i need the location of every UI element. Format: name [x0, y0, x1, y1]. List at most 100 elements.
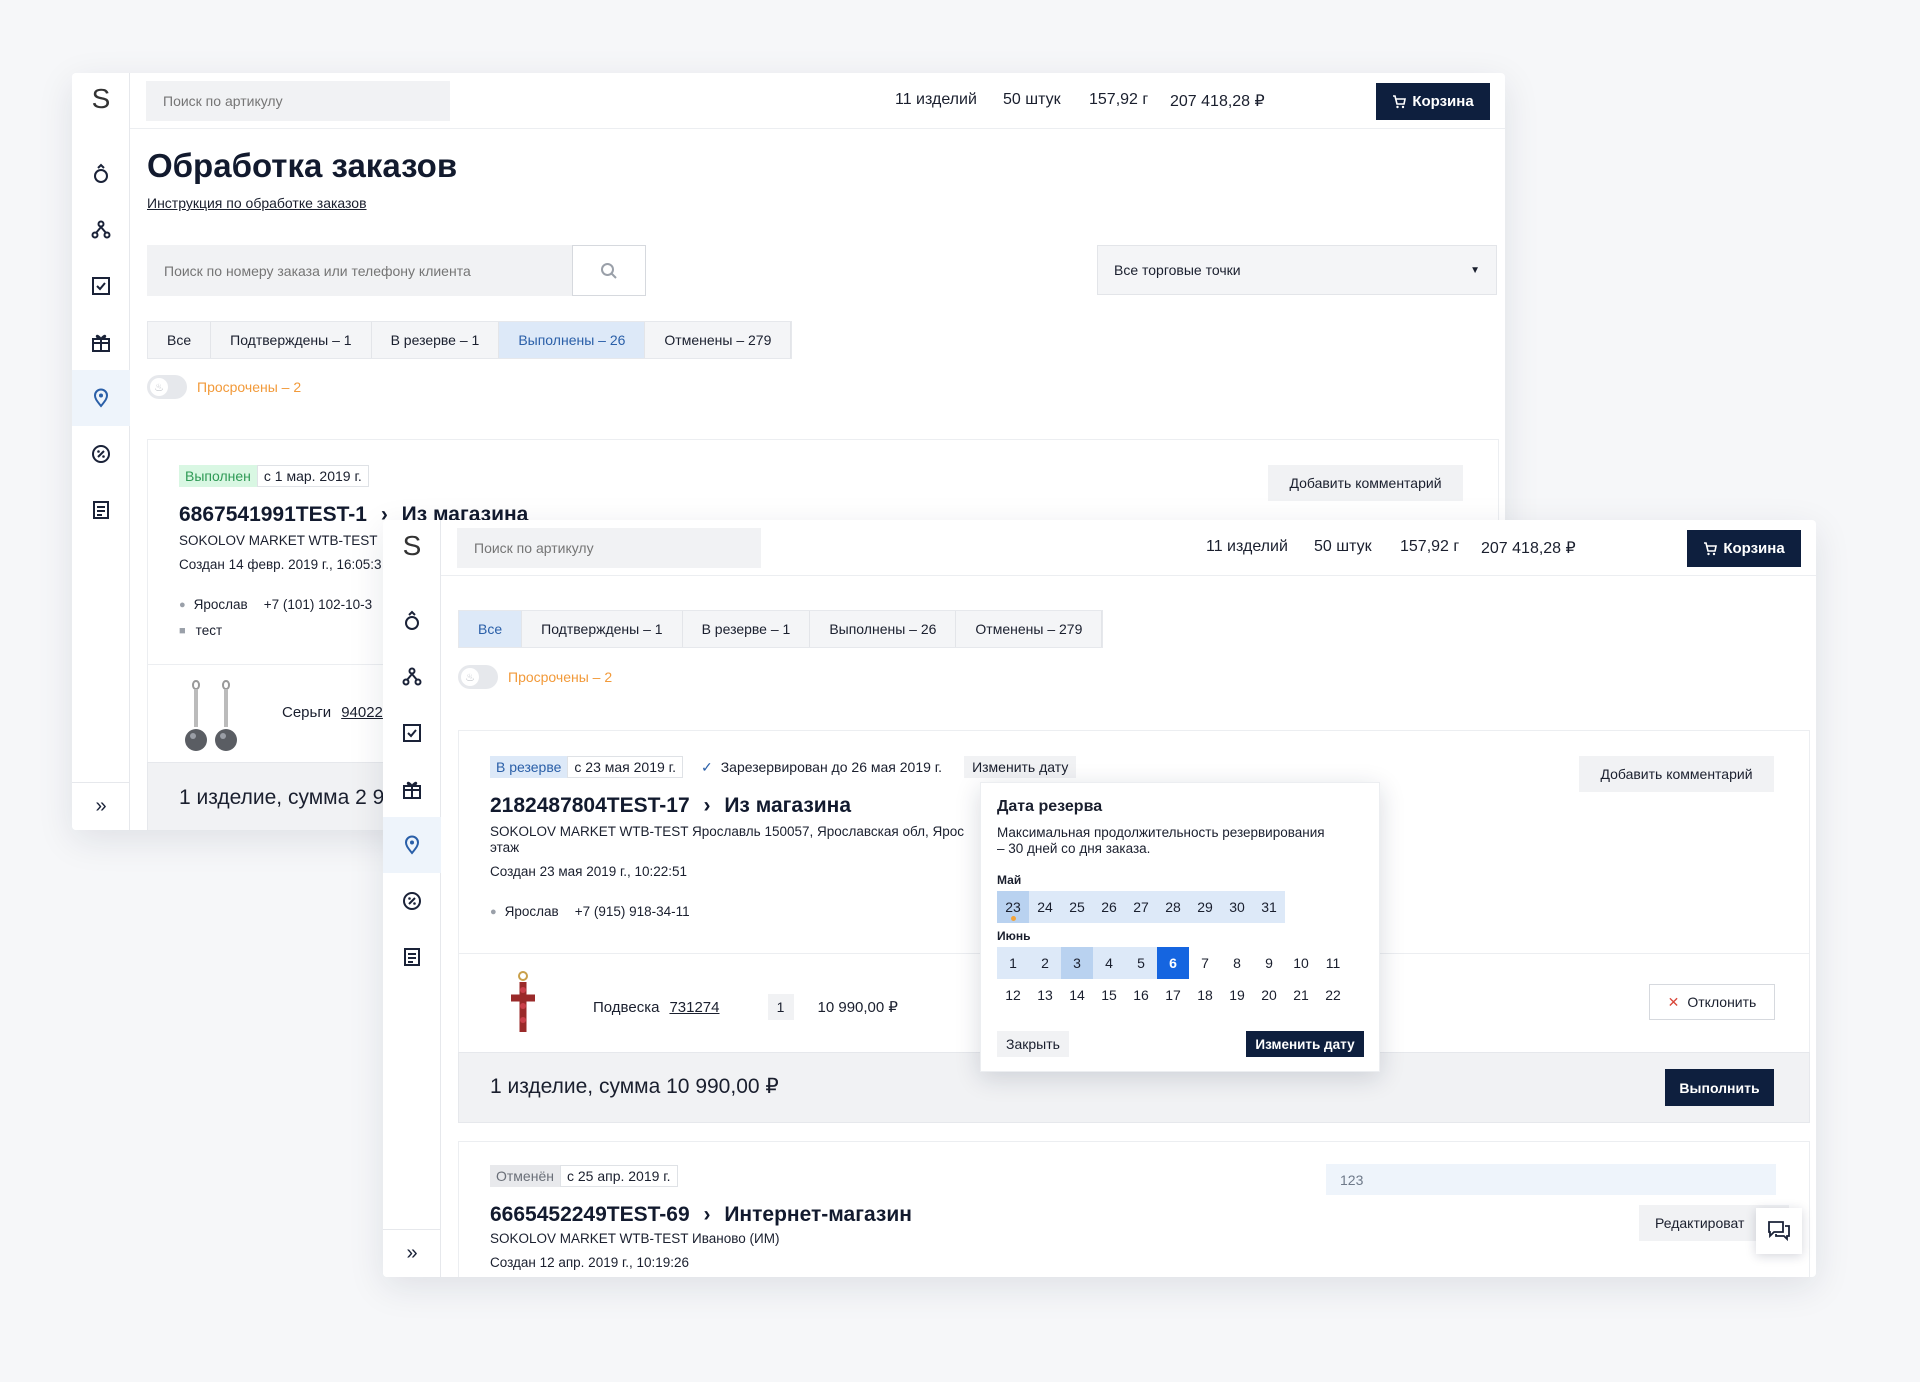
popup-description-1: Максимальная продолжительность резервиро… [997, 825, 1325, 840]
calendar-day[interactable]: 3 [1061, 947, 1093, 979]
status-badge: Отменён [490, 1165, 560, 1187]
calendar-day[interactable]: 23 [997, 891, 1029, 923]
add-comment-button[interactable]: Добавить комментарий [1268, 465, 1463, 501]
calendar-day[interactable]: 19 [1221, 979, 1253, 1011]
change-date-button[interactable]: Изменить дату [964, 756, 1077, 778]
calendar-june-week2: 12 13 14 15 16 17 18 19 20 21 22 [997, 979, 1349, 1011]
status-date: с 25 апр. 2019 г. [559, 1165, 678, 1187]
tab-all[interactable]: Все [148, 322, 212, 358]
close-popup-button[interactable]: Закрыть [997, 1031, 1069, 1057]
calendar-day[interactable]: 28 [1157, 891, 1189, 923]
pendant-icon[interactable] [383, 649, 441, 705]
gift-icon[interactable] [383, 761, 441, 817]
outlet-select[interactable]: Все торговые точки ▼ [1097, 245, 1497, 295]
pendant-icon[interactable] [72, 202, 130, 258]
customer-phone[interactable]: +7 (915) 918-34-11 [575, 904, 690, 919]
location-pin-icon[interactable] [383, 817, 441, 873]
calendar-day-selected[interactable]: 6 [1157, 947, 1189, 979]
customer-phone[interactable]: +7 (101) 102-10-3 [264, 597, 372, 612]
tab-cancelled[interactable]: Отменены – 279 [645, 322, 792, 358]
checklist-icon[interactable] [72, 258, 130, 314]
ring-icon[interactable] [72, 146, 130, 202]
order-status-line: Выполнен с 1 мар. 2019 г. [179, 465, 369, 487]
checklist-icon[interactable] [383, 705, 441, 761]
calendar-day[interactable]: 5 [1125, 947, 1157, 979]
expand-sidebar-button[interactable]: » [72, 782, 130, 830]
calendar-day[interactable]: 16 [1125, 979, 1157, 1011]
order-number-line[interactable]: 2182487804TEST-17 › Из магазина [490, 794, 851, 818]
calendar-day[interactable]: 9 [1253, 947, 1285, 979]
calendar-day[interactable]: 1 [997, 947, 1029, 979]
tab-completed[interactable]: Выполнены – 26 [810, 611, 957, 647]
discount-icon[interactable] [72, 426, 130, 482]
status-tabs: Все Подтверждены – 1 В резерве – 1 Выпол… [147, 321, 793, 359]
calendar-day[interactable]: 21 [1285, 979, 1317, 1011]
item-article[interactable]: 731274 [669, 999, 719, 1016]
add-comment-button[interactable]: Добавить комментарий [1579, 756, 1774, 792]
cart-button[interactable]: Корзина [1376, 83, 1490, 120]
calendar-june-week1: 1 2 3 4 5 6 7 8 9 10 11 [997, 947, 1349, 979]
calendar-day[interactable]: 17 [1157, 979, 1189, 1011]
cart-label: Корзина [1412, 93, 1474, 110]
tab-confirmed[interactable]: Подтверждены – 1 [211, 322, 372, 358]
tab-all[interactable]: Все [459, 611, 523, 647]
calendar-day[interactable]: 7 [1189, 947, 1221, 979]
overdue-toggle[interactable]: ♨ [458, 665, 498, 689]
calendar-day[interactable]: 30 [1221, 891, 1253, 923]
cart-button[interactable]: Корзина [1687, 530, 1801, 567]
order-search-input[interactable] [147, 245, 572, 296]
calendar-day[interactable]: 31 [1253, 891, 1285, 923]
tab-completed[interactable]: Выполнены – 26 [499, 322, 646, 358]
calendar-day[interactable]: 25 [1061, 891, 1093, 923]
calendar-day[interactable]: 11 [1317, 947, 1349, 979]
calendar-day[interactable]: 26 [1093, 891, 1125, 923]
customer-line: ● Ярослав +7 (915) 918-34-11 [490, 904, 690, 919]
calendar-day[interactable]: 14 [1061, 979, 1093, 1011]
expand-sidebar-button[interactable]: » [383, 1229, 441, 1277]
calendar-day[interactable]: 4 [1093, 947, 1125, 979]
overdue-toggle[interactable]: ♨ [147, 375, 187, 399]
calendar-day[interactable]: 29 [1189, 891, 1221, 923]
tab-reserved[interactable]: В резерве – 1 [372, 322, 500, 358]
calendar-day[interactable]: 22 [1317, 979, 1349, 1011]
calendar-day[interactable]: 10 [1285, 947, 1317, 979]
reject-button[interactable]: ✕ Отклонить [1649, 984, 1775, 1020]
item-quantity[interactable]: 1 [767, 994, 794, 1020]
order-summary: 1 изделие, сумма 2 99 [179, 786, 397, 809]
tab-reserved[interactable]: В резерве – 1 [683, 611, 811, 647]
comment-field[interactable]: 123 [1326, 1164, 1776, 1195]
calendar-day[interactable]: 27 [1125, 891, 1157, 923]
order-number-line[interactable]: 6665452249TEST-69 › Интернет-магазин [490, 1203, 912, 1227]
document-icon[interactable] [72, 482, 130, 538]
instruction-link[interactable]: Инструкция по обработке заказов [147, 195, 367, 211]
complete-button[interactable]: Выполнить [1665, 1069, 1774, 1106]
document-icon[interactable] [383, 929, 441, 985]
gift-icon[interactable] [72, 314, 130, 370]
app-logo[interactable]: S [72, 83, 130, 115]
item-article[interactable]: 94022 [341, 704, 383, 721]
tab-confirmed[interactable]: Подтверждены – 1 [522, 611, 683, 647]
earrings-image [182, 677, 242, 755]
search-button[interactable] [572, 245, 646, 296]
chat-button[interactable] [1756, 1208, 1802, 1254]
calendar-day[interactable]: 15 [1093, 979, 1125, 1011]
order-processing-window-front: S » 11 изделий 50 штук 157,92 г 207 418,… [383, 520, 1816, 1277]
calendar-day[interactable]: 20 [1253, 979, 1285, 1011]
tab-cancelled[interactable]: Отменены – 279 [956, 611, 1103, 647]
order-source: Интернет-магазин [724, 1203, 912, 1226]
app-logo[interactable]: S [383, 530, 441, 562]
calendar-day[interactable]: 13 [1029, 979, 1061, 1011]
calendar-day[interactable]: 8 [1221, 947, 1253, 979]
calendar-day[interactable]: 24 [1029, 891, 1061, 923]
sidebar: S » [383, 520, 441, 1277]
location-pin-icon[interactable] [72, 370, 130, 426]
calendar-day[interactable]: 18 [1189, 979, 1221, 1011]
article-search-input[interactable] [146, 81, 450, 121]
article-search-input[interactable] [457, 528, 761, 568]
calendar-day[interactable]: 2 [1029, 947, 1061, 979]
cart-icon [1393, 94, 1407, 108]
apply-date-button[interactable]: Изменить дату [1246, 1031, 1364, 1057]
ring-icon[interactable] [383, 593, 441, 649]
discount-icon[interactable] [383, 873, 441, 929]
calendar-day[interactable]: 12 [997, 979, 1029, 1011]
